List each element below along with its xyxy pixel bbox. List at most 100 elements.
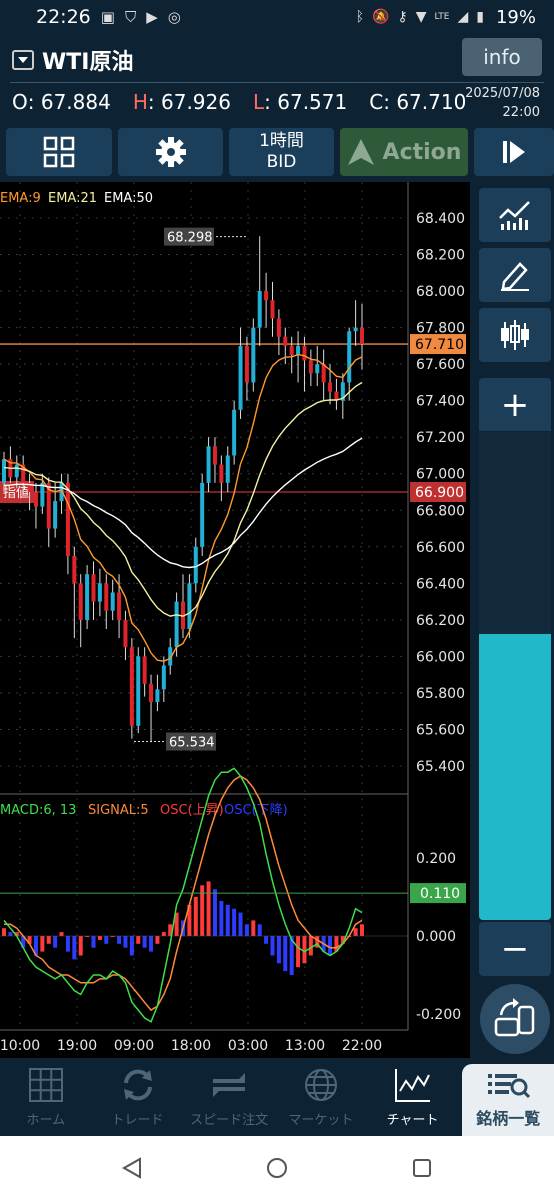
price-tick-label: 66.000 <box>416 649 465 665</box>
macd-tick-label: 0.200 <box>416 851 456 867</box>
macd-osc-bar <box>136 936 141 944</box>
rotate-screen-button[interactable] <box>480 984 550 1054</box>
ema-legend-item: EMA:50 <box>104 191 153 206</box>
indicator-button[interactable] <box>479 188 551 242</box>
macd-osc-bar <box>142 936 147 948</box>
wifi-icon: ▼ <box>415 9 427 25</box>
candle-body <box>244 345 249 383</box>
nav-speed-order[interactable]: スピード注文 <box>183 1058 275 1136</box>
macd-osc-bar <box>91 936 96 948</box>
macd-osc-bar <box>65 936 70 952</box>
candle-body <box>2 459 6 483</box>
play-forward-icon <box>503 141 525 163</box>
price-tick-label: 67.000 <box>416 467 465 483</box>
draw-button[interactable] <box>479 248 551 302</box>
home-icon[interactable] <box>265 1156 289 1180</box>
candle-body <box>91 574 96 602</box>
macd-tick-label: -0.200 <box>416 1007 461 1023</box>
open-key: O <box>12 90 28 114</box>
candle-body <box>315 364 320 374</box>
macd-osc-bar <box>206 881 211 936</box>
timeframe-button[interactable]: 1時間 BID <box>229 128 334 176</box>
nav-trade[interactable]: トレード <box>92 1058 184 1136</box>
status-bar: 22:26 ▣ ⛉ ▶ ◎ ᛒ 🔕 ⚷ ▼ LTE ◢ ▮ 19% <box>0 0 554 34</box>
macd-osc-bar <box>302 936 307 964</box>
macd-osc-bar <box>244 924 249 936</box>
candle-body <box>257 291 262 328</box>
macd-osc-bar <box>225 904 230 936</box>
candle-body <box>296 345 301 355</box>
high-key: H <box>132 90 148 114</box>
candle-body <box>219 464 224 483</box>
candle-body <box>225 455 230 483</box>
candle-body <box>251 327 256 383</box>
symbol-name[interactable]: WTI原油 <box>42 44 133 76</box>
nav-chart-label: チャート <box>386 1112 439 1128</box>
candle-body <box>97 583 102 602</box>
candle-body <box>155 689 160 703</box>
nav-home-label: ホーム <box>26 1112 66 1128</box>
macd-osc-bar <box>212 889 217 936</box>
ema-legend-item: EMA:21 <box>48 191 97 206</box>
macd-osc-bar <box>155 936 160 944</box>
time-tick-label: 22:00 <box>342 1038 382 1054</box>
back-icon[interactable] <box>120 1156 144 1180</box>
price-tick-label: 66.400 <box>416 576 465 592</box>
low-key: L <box>252 90 265 114</box>
refresh-icon <box>123 1069 152 1100</box>
play-button[interactable] <box>474 128 554 176</box>
nav-symbol-list[interactable]: 銘柄一覧 <box>462 1064 554 1136</box>
candle-body <box>200 482 205 547</box>
zoom-slider[interactable]: + <box>479 378 551 920</box>
candle-body <box>142 656 147 684</box>
recents-icon[interactable] <box>410 1156 434 1180</box>
layout-button[interactable] <box>6 128 112 176</box>
candle-body <box>193 546 198 584</box>
bluetooth-icon: ᛒ <box>355 9 365 25</box>
candle-body <box>353 327 358 332</box>
candle-body <box>174 601 179 648</box>
action-button[interactable]: Action <box>340 128 468 176</box>
divider <box>10 82 544 83</box>
macd-osc-bar <box>72 936 77 960</box>
dropdown-icon[interactable] <box>12 50 34 70</box>
toolbar: 1時間 BID Action <box>0 122 554 182</box>
nav-trade-label: トレード <box>111 1112 164 1128</box>
macd-osc-bar <box>193 897 198 936</box>
zoom-in-button[interactable]: + <box>479 378 551 432</box>
gear-icon <box>155 137 186 167</box>
nav-chart[interactable]: チャート <box>367 1058 459 1136</box>
chart-type-button[interactable] <box>479 308 551 362</box>
zoom-out-button[interactable]: − <box>479 922 551 976</box>
symbol-selector[interactable]: WTI原油 <box>12 44 133 76</box>
candle-body <box>104 583 109 611</box>
price-tick-label: 68.400 <box>416 211 465 227</box>
price-tick-label: 67.400 <box>416 394 465 410</box>
grid-icon <box>28 1067 63 1102</box>
open-value: 67.884 <box>40 90 111 114</box>
macd-osc-bar <box>219 900 224 936</box>
zoom-track[interactable] <box>479 432 551 634</box>
zoom-level-fill[interactable] <box>479 634 551 920</box>
candle-body <box>72 555 77 584</box>
macd-osc-bar <box>251 920 256 936</box>
macd-osc-bar <box>97 936 102 940</box>
macd-osc-bar <box>353 928 358 936</box>
current-price-label: 67.710 <box>415 337 464 353</box>
status-time: 22:26 <box>36 6 91 28</box>
macd-osc-bar <box>232 908 237 936</box>
macd-tick-label: 0.000 <box>416 929 456 945</box>
candle-body <box>187 583 192 629</box>
time-tick-label: 19:00 <box>57 1038 97 1054</box>
nav-home[interactable]: ホーム <box>0 1058 92 1136</box>
macd-osc-bar <box>123 936 128 948</box>
settings-button[interactable] <box>118 128 223 176</box>
nav-market[interactable]: マーケット <box>275 1058 367 1136</box>
macd-current-label: 0.110 <box>420 886 460 902</box>
network-label: LTE <box>434 12 450 22</box>
price-chart[interactable]: 68.40068.20068.00067.80067.60067.40067.2… <box>0 182 470 1058</box>
action-label: Action <box>382 139 462 165</box>
time-tick-label: 03:00 <box>228 1038 268 1054</box>
macd-osc-bar <box>129 936 134 956</box>
info-button[interactable]: info <box>462 38 542 76</box>
